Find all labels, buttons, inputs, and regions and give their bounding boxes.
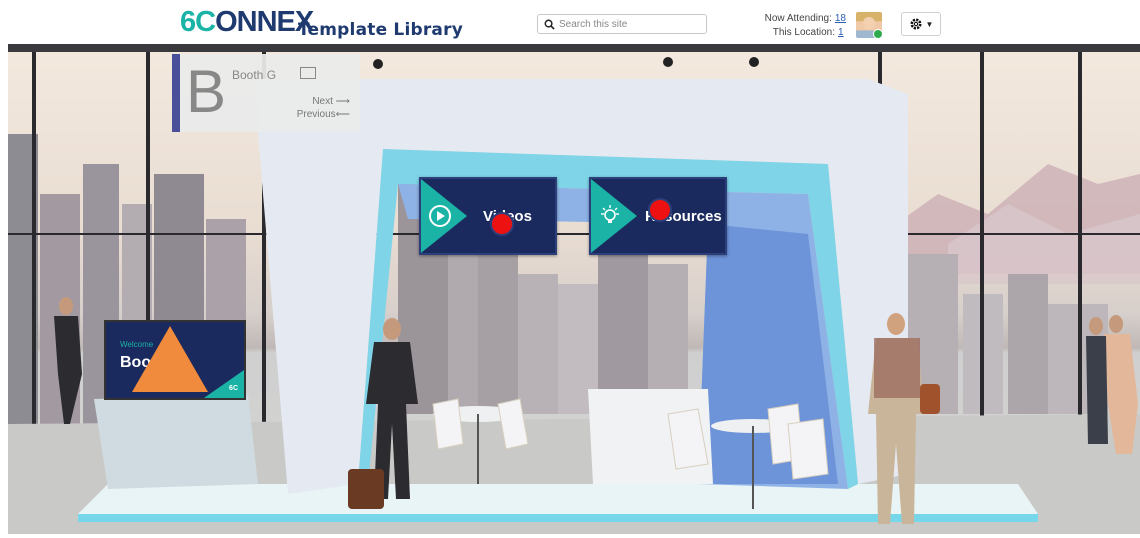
location-label: This Location: xyxy=(772,27,835,38)
monitor-accent xyxy=(204,370,244,398)
videos-hotspot[interactable] xyxy=(490,212,514,236)
location-count[interactable]: 1 xyxy=(838,26,846,40)
monitor-brand: 6C xyxy=(229,385,238,392)
lightbulb-icon xyxy=(601,205,619,223)
arrow-right-icon: ⟶ xyxy=(335,96,350,107)
logo-wordmark: 6C ONNEX xyxy=(180,6,314,38)
booth-letter: B xyxy=(186,58,227,125)
arrow-left-icon: ⟵ xyxy=(335,109,350,120)
site-title: Template Library xyxy=(298,20,463,40)
now-attending-count[interactable]: 18 xyxy=(835,12,846,26)
settings-button[interactable]: ▼ xyxy=(901,12,941,36)
booth-name: Booth G xyxy=(232,68,277,82)
previous-label: Previous xyxy=(296,109,336,120)
avatar-face xyxy=(863,17,875,30)
videos-screen[interactable]: Videos xyxy=(419,177,557,255)
user-avatar[interactable] xyxy=(856,12,882,38)
image-icon[interactable] xyxy=(300,67,316,79)
top-bar: 6CONNEX Template Library Now Attending:1… xyxy=(0,0,1140,44)
previous-booth-link[interactable]: Previous⟵ xyxy=(297,109,350,120)
gear-icon xyxy=(910,18,922,30)
play-icon xyxy=(429,205,451,227)
logo-prefix: 6C xyxy=(180,6,216,38)
next-booth-link[interactable]: Next ⟶ xyxy=(312,96,350,107)
next-label: Next xyxy=(312,96,333,107)
booth-info-card: B Booth G Next ⟶ Previous⟵ xyxy=(172,54,360,132)
attendance-info: Now Attending: 18 This Location: 1 xyxy=(765,12,846,40)
resources-hotspot[interactable] xyxy=(648,198,672,222)
booth-scene: B Booth G Next ⟶ Previous⟵ Videos Resour… xyxy=(8,44,1140,534)
search-icon xyxy=(544,19,555,30)
welcome-hotspot[interactable] xyxy=(132,326,208,392)
logo[interactable]: 6C ONNEX xyxy=(180,6,314,38)
search-input[interactable] xyxy=(559,18,699,30)
online-status-icon xyxy=(873,29,882,38)
now-attending-label: Now Attending: xyxy=(764,13,832,24)
chevron-down-icon: ▼ xyxy=(925,19,934,29)
booth-card-accent xyxy=(172,54,180,132)
search-box[interactable] xyxy=(537,14,707,34)
